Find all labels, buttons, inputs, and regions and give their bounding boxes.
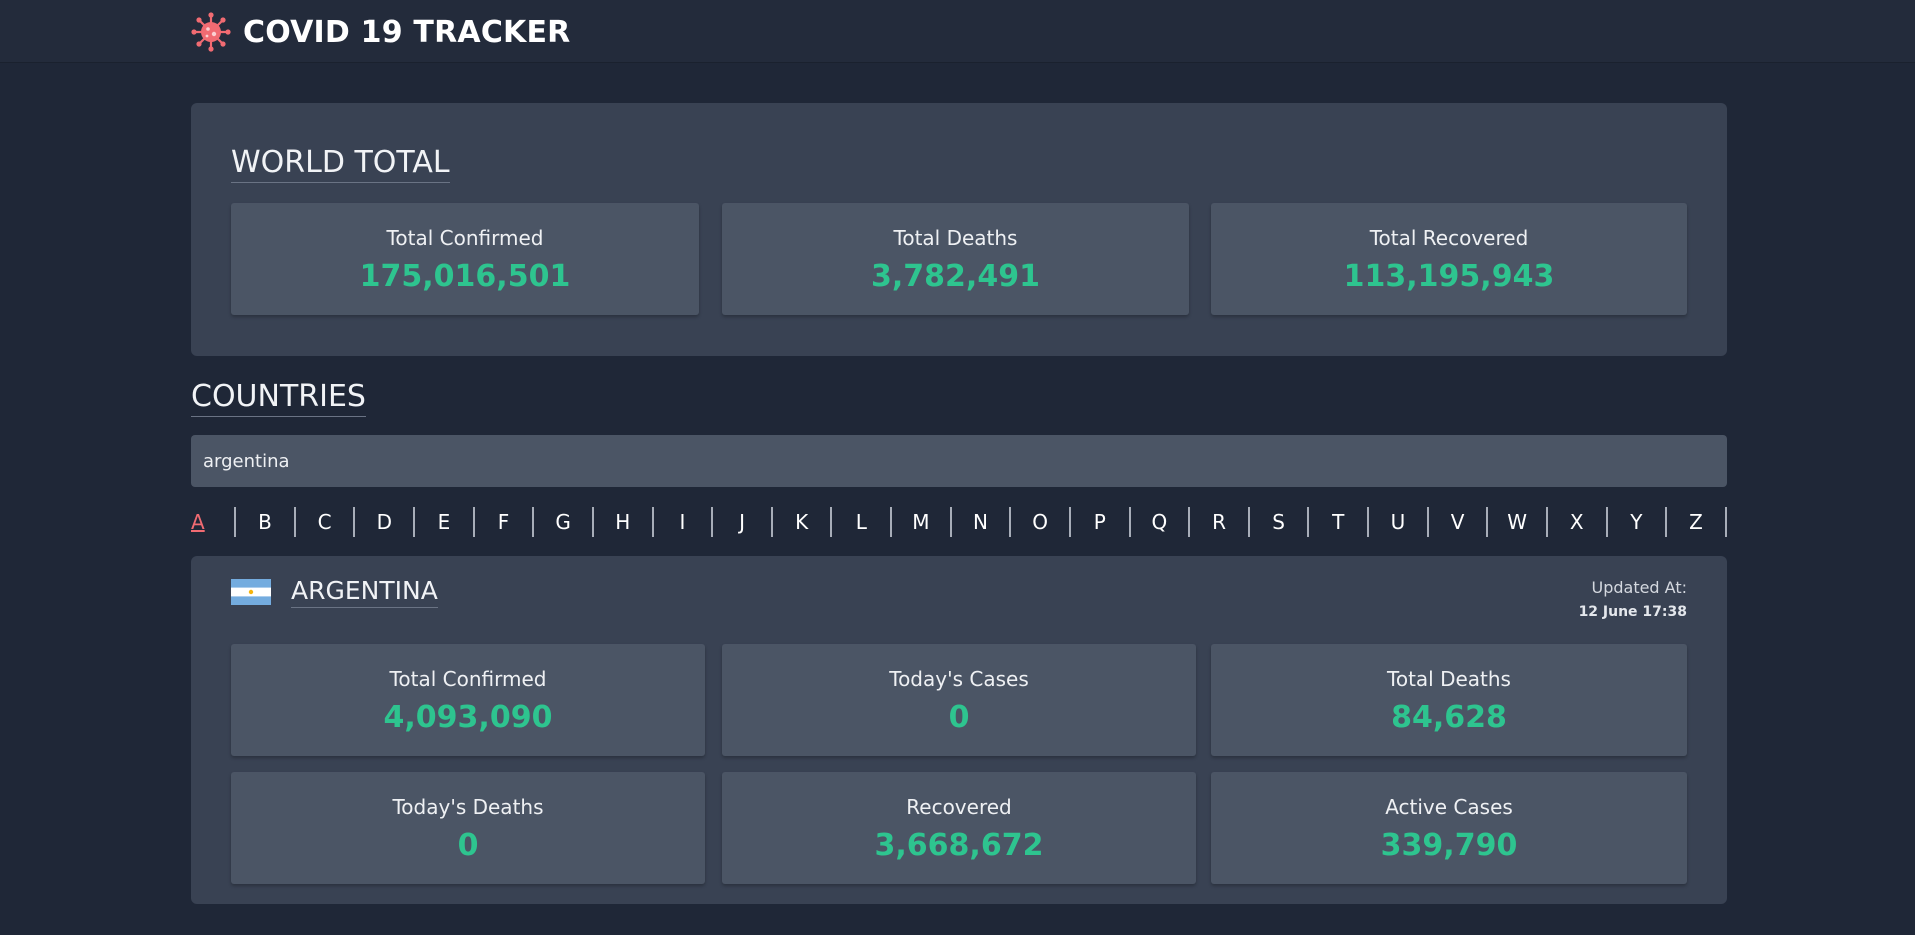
world-total-deaths-card: Total Deaths 3,782,491 bbox=[722, 203, 1189, 315]
stat-label: Total Deaths bbox=[893, 226, 1018, 250]
letter-u[interactable]: U bbox=[1369, 507, 1429, 537]
letter-o[interactable]: O bbox=[1011, 507, 1071, 537]
letter-b[interactable]: B bbox=[236, 507, 296, 537]
stat-label: Today's Cases bbox=[889, 667, 1029, 691]
stat-value: 84,628 bbox=[1391, 700, 1507, 735]
virus-icon bbox=[191, 12, 231, 52]
letter-p[interactable]: P bbox=[1071, 507, 1131, 537]
letter-m[interactable]: M bbox=[892, 507, 952, 537]
letter-c[interactable]: C bbox=[296, 507, 356, 537]
letter-t[interactable]: T bbox=[1309, 507, 1370, 537]
letter-g[interactable]: G bbox=[534, 507, 594, 537]
updated-at-value: 12 June 17:38 bbox=[1578, 604, 1687, 620]
letter-x[interactable]: X bbox=[1548, 507, 1608, 537]
letter-e[interactable]: E bbox=[415, 507, 475, 537]
stat-label: Total Deaths bbox=[1387, 667, 1511, 691]
alphabet-filter: A B C D E F G H I J K L M N O P Q R S T … bbox=[191, 505, 1727, 539]
country-todays-deaths-card: Today's Deaths 0 bbox=[231, 772, 705, 884]
country-todays-cases-card: Today's Cases 0 bbox=[722, 644, 1196, 756]
stat-value: 175,016,501 bbox=[359, 259, 571, 294]
stat-label: Today's Deaths bbox=[392, 795, 544, 819]
world-total-recovered-card: Total Recovered 113,195,943 bbox=[1211, 203, 1687, 315]
updated-at-label: Updated At: bbox=[1591, 578, 1687, 597]
stat-label: Active Cases bbox=[1385, 795, 1513, 819]
top-navbar: COVID 19 TRACKER bbox=[0, 0, 1915, 62]
country-recovered-card: Recovered 3,668,672 bbox=[722, 772, 1196, 884]
letter-l[interactable]: L bbox=[832, 507, 893, 537]
country-detail-panel: ARGENTINA Updated At: 12 June 17:38 Tota… bbox=[191, 556, 1727, 904]
country-name: ARGENTINA bbox=[291, 576, 438, 608]
letter-k[interactable]: K bbox=[773, 507, 833, 537]
argentina-flag-icon bbox=[231, 579, 271, 605]
letter-d[interactable]: D bbox=[355, 507, 416, 537]
stat-value: 0 bbox=[948, 700, 970, 735]
world-total-confirmed-card: Total Confirmed 175,016,501 bbox=[231, 203, 699, 315]
country-total-confirmed-card: Total Confirmed 4,093,090 bbox=[231, 644, 705, 756]
world-total-panel: WORLD TOTAL Total Confirmed 175,016,501 … bbox=[191, 103, 1727, 356]
letter-f[interactable]: F bbox=[475, 507, 535, 537]
letter-q[interactable]: Q bbox=[1131, 507, 1191, 537]
letter-n[interactable]: N bbox=[952, 507, 1012, 537]
letter-h[interactable]: H bbox=[594, 507, 654, 537]
letter-v[interactable]: V bbox=[1429, 507, 1489, 537]
letter-a[interactable]: A bbox=[191, 507, 237, 537]
letter-s[interactable]: S bbox=[1250, 507, 1310, 537]
stat-value: 339,790 bbox=[1380, 828, 1518, 863]
world-total-heading: WORLD TOTAL bbox=[231, 145, 450, 183]
stat-label: Total Confirmed bbox=[386, 226, 544, 250]
letter-w[interactable]: W bbox=[1488, 507, 1548, 537]
stat-label: Recovered bbox=[906, 795, 1012, 819]
letter-y[interactable]: Y bbox=[1608, 507, 1668, 537]
app-title: COVID 19 TRACKER bbox=[243, 14, 571, 50]
stat-value: 113,195,943 bbox=[1343, 259, 1555, 294]
countries-heading: COUNTRIES bbox=[191, 379, 366, 417]
stat-value: 0 bbox=[457, 828, 479, 863]
stat-label: Total Confirmed bbox=[389, 667, 547, 691]
country-search-input[interactable] bbox=[191, 435, 1727, 487]
stat-label: Total Recovered bbox=[1369, 226, 1529, 250]
country-total-deaths-card: Total Deaths 84,628 bbox=[1211, 644, 1687, 756]
letter-r[interactable]: R bbox=[1190, 507, 1250, 537]
brand[interactable]: COVID 19 TRACKER bbox=[191, 12, 570, 52]
letter-i[interactable]: I bbox=[654, 507, 714, 537]
country-active-cases-card: Active Cases 339,790 bbox=[1211, 772, 1687, 884]
letter-z[interactable]: Z bbox=[1667, 507, 1727, 537]
stat-value: 3,782,491 bbox=[871, 259, 1040, 294]
letter-j[interactable]: J bbox=[713, 507, 773, 537]
stat-value: 4,093,090 bbox=[383, 700, 553, 735]
stat-value: 3,668,672 bbox=[874, 828, 1044, 863]
